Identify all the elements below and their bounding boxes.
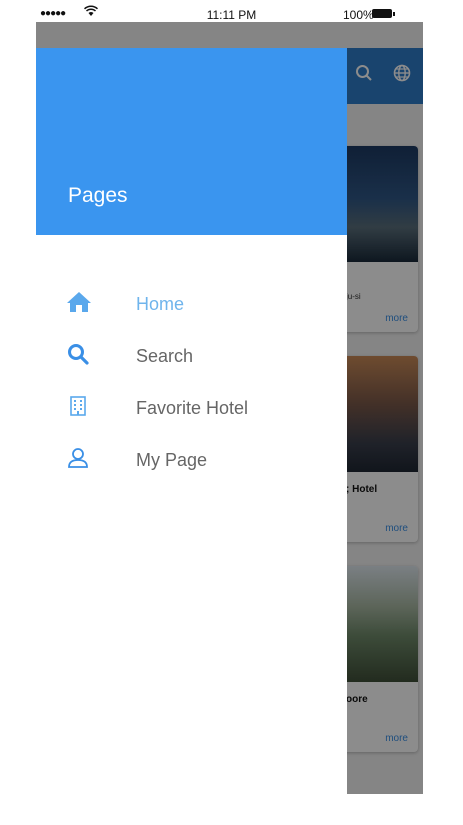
drawer-item-label: My Page — [136, 450, 208, 470]
drawer-item-favorite-hotel[interactable]: Favorite Hotel — [36, 380, 347, 432]
drawer-title: Pages — [68, 184, 128, 207]
building-icon — [66, 394, 94, 422]
app-screen: ju-si more ; Hotel more oore more Pages … — [36, 22, 423, 794]
drawer-item-label: Home — [136, 294, 185, 314]
navigation-drawer: Pages Home Search Favorite Hotel My Page — [36, 48, 347, 794]
drawer-item-label: Favorite Hotel — [136, 398, 249, 418]
drawer-item-search[interactable]: Search — [36, 328, 347, 380]
battery-percent: 100% — [343, 8, 374, 22]
search-icon — [66, 342, 94, 370]
drawer-item-home[interactable]: Home — [36, 276, 347, 328]
battery-icon — [372, 9, 395, 18]
home-icon — [66, 290, 94, 318]
drawer-item-label: Search — [136, 346, 194, 366]
drawer-item-my-page[interactable]: My Page — [36, 432, 347, 484]
drawer-header: Pages — [36, 48, 347, 235]
user-icon — [66, 446, 94, 474]
